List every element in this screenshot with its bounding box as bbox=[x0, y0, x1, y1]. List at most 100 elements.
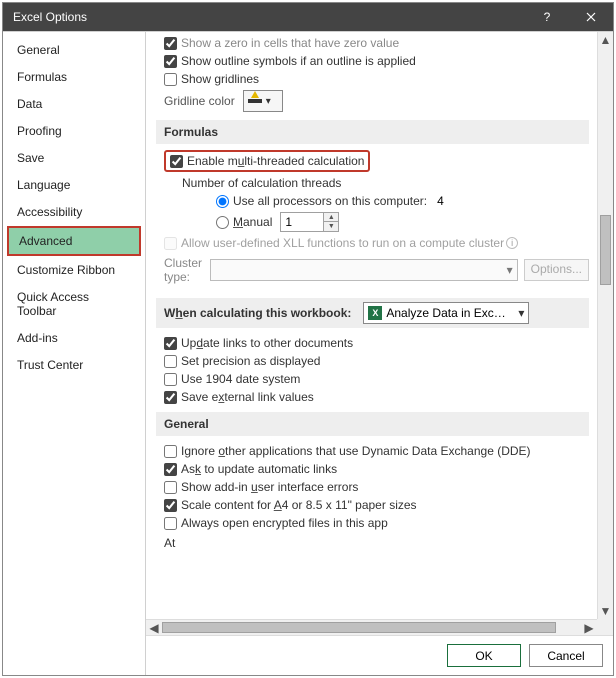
sidebar: General Formulas Data Proofing Save Lang… bbox=[3, 32, 146, 675]
use-1904-checkbox[interactable] bbox=[164, 373, 177, 386]
vscroll-thumb[interactable] bbox=[600, 215, 611, 285]
enable-mt-label: Enable multi-threaded calculation bbox=[187, 154, 364, 168]
update-links-row: Update links to other documents bbox=[156, 334, 589, 352]
ask-update-checkbox[interactable] bbox=[164, 463, 177, 476]
scale-a4-checkbox[interactable] bbox=[164, 499, 177, 512]
manual-label: Manual bbox=[233, 215, 272, 229]
sidebar-item-general[interactable]: General bbox=[7, 37, 141, 63]
cluster-options-button: Options... bbox=[524, 259, 589, 281]
scroll-down-icon[interactable]: ▼ bbox=[598, 603, 613, 619]
sidebar-item-advanced[interactable]: Advanced bbox=[7, 226, 141, 256]
excel-icon: X bbox=[368, 306, 382, 320]
sidebar-item-formulas[interactable]: Formulas bbox=[7, 64, 141, 90]
show-zero-label: Show a zero in cells that have zero valu… bbox=[181, 36, 399, 50]
when-calc-row: When calculating this workbook: X Analyz… bbox=[156, 298, 589, 328]
content-scroll: Show a zero in cells that have zero valu… bbox=[146, 32, 613, 635]
show-gridlines-row: Show gridlines bbox=[156, 70, 589, 88]
update-links-checkbox[interactable] bbox=[164, 337, 177, 350]
save-external-label: Save external link values bbox=[181, 390, 314, 404]
ignore-dde-label: Ignore other applications that use Dynam… bbox=[181, 444, 531, 458]
show-outline-row: Show outline symbols if an outline is ap… bbox=[156, 52, 589, 70]
scale-a4-row: Scale content for A4 or 8.5 x 11" paper … bbox=[156, 496, 589, 514]
close-button[interactable] bbox=[569, 3, 613, 31]
sidebar-item-proofing[interactable]: Proofing bbox=[7, 118, 141, 144]
ignore-dde-checkbox[interactable] bbox=[164, 445, 177, 458]
help-button[interactable]: ? bbox=[525, 3, 569, 31]
show-outline-label: Show outline symbols if an outline is ap… bbox=[181, 54, 416, 68]
scrollbar-corner bbox=[597, 619, 613, 635]
num-threads-label: Number of calculation threads bbox=[182, 174, 589, 192]
spinner-buttons: ▲ ▼ bbox=[323, 213, 338, 231]
save-external-checkbox[interactable] bbox=[164, 391, 177, 404]
enable-mt-row: Enable multi-threaded calculation bbox=[156, 148, 589, 174]
manual-radio[interactable] bbox=[216, 216, 229, 229]
ignore-dde-row: Ignore other applications that use Dynam… bbox=[156, 442, 589, 460]
cluster-dropdown[interactable]: ▾ bbox=[210, 259, 518, 281]
hscroll-thumb[interactable] bbox=[162, 622, 556, 633]
hscroll-track[interactable] bbox=[162, 620, 581, 635]
sidebar-item-save[interactable]: Save bbox=[7, 145, 141, 171]
cancel-button[interactable]: Cancel bbox=[529, 644, 603, 667]
section-formulas: Formulas bbox=[156, 120, 589, 144]
sidebar-item-customize-ribbon[interactable]: Customize Ribbon bbox=[7, 257, 141, 283]
set-precision-label: Set precision as displayed bbox=[181, 354, 320, 368]
chevron-down-icon: ▾ bbox=[507, 263, 513, 277]
ask-update-row: Ask to update automatic links bbox=[156, 460, 589, 478]
show-gridlines-checkbox[interactable] bbox=[164, 73, 177, 86]
info-icon[interactable]: i bbox=[506, 237, 518, 249]
content-area: Show a zero in cells that have zero valu… bbox=[146, 32, 613, 675]
sidebar-item-add-ins[interactable]: Add-ins bbox=[7, 325, 141, 351]
sidebar-item-trust-center[interactable]: Trust Center bbox=[7, 352, 141, 378]
highlight-enable-mt: Enable multi-threaded calculation bbox=[164, 150, 370, 172]
sidebar-item-accessibility[interactable]: Accessibility bbox=[7, 199, 141, 225]
manual-row: Manual ▲ ▼ bbox=[208, 210, 589, 234]
scroll-left-icon[interactable]: ◀ bbox=[146, 620, 162, 635]
show-zero-checkbox[interactable] bbox=[164, 37, 177, 50]
manual-threads-input[interactable] bbox=[281, 213, 323, 231]
spinner-up[interactable]: ▲ bbox=[324, 213, 338, 222]
titlebar: Excel Options ? bbox=[3, 3, 613, 31]
use-1904-label: Use 1904 date system bbox=[181, 372, 300, 386]
enable-mt-checkbox[interactable] bbox=[170, 155, 183, 168]
set-precision-row: Set precision as displayed bbox=[156, 352, 589, 370]
clipped-top-row: Show a zero in cells that have zero valu… bbox=[156, 36, 589, 50]
manual-threads-spinner[interactable]: ▲ ▼ bbox=[280, 212, 339, 232]
processor-count: 4 bbox=[437, 194, 444, 208]
use-all-row: Use all processors on this computer: 4 bbox=[208, 192, 589, 210]
use-all-label: Use all processors on this computer: bbox=[233, 194, 427, 208]
cluster-row: Cluster type: ▾ Options... bbox=[164, 252, 589, 288]
vertical-scrollbar[interactable]: ▲ ▼ bbox=[597, 32, 613, 619]
scroll-up-icon[interactable]: ▲ bbox=[598, 32, 613, 48]
gridline-color-label: Gridline color bbox=[164, 94, 235, 108]
gridline-color-dropdown[interactable]: ▾ bbox=[243, 90, 283, 112]
sidebar-item-quick-access-toolbar[interactable]: Quick Access Toolbar bbox=[7, 284, 141, 324]
at-startup-label: At bbox=[164, 532, 589, 550]
ok-button[interactable]: OK bbox=[447, 644, 521, 667]
when-calc-label: When calculating this workbook: bbox=[164, 306, 351, 320]
dialog-title: Excel Options bbox=[13, 10, 525, 24]
button-row: OK Cancel bbox=[146, 635, 613, 675]
horizontal-scrollbar[interactable]: ◀ ▶ bbox=[146, 619, 597, 635]
set-precision-checkbox[interactable] bbox=[164, 355, 177, 368]
show-addin-row: Show add-in user interface errors bbox=[156, 478, 589, 496]
scroll-right-icon[interactable]: ▶ bbox=[581, 620, 597, 635]
sidebar-item-data[interactable]: Data bbox=[7, 91, 141, 117]
spinner-down[interactable]: ▼ bbox=[324, 222, 338, 231]
chevron-down-icon: ▾ bbox=[518, 306, 524, 320]
always-open-checkbox[interactable] bbox=[164, 517, 177, 530]
show-gridlines-label: Show gridlines bbox=[181, 72, 259, 86]
show-addin-checkbox[interactable] bbox=[164, 481, 177, 494]
cluster-label: Cluster type: bbox=[164, 256, 210, 284]
section-general: General bbox=[156, 412, 589, 436]
sidebar-item-language[interactable]: Language bbox=[7, 172, 141, 198]
show-addin-label: Show add-in user interface errors bbox=[181, 480, 358, 494]
allow-xll-row: Allow user-defined XLL functions to run … bbox=[156, 234, 589, 252]
scale-a4-label: Scale content for A4 or 8.5 x 11" paper … bbox=[181, 498, 417, 512]
show-outline-checkbox[interactable] bbox=[164, 55, 177, 68]
use-all-radio[interactable] bbox=[216, 195, 229, 208]
ask-update-label: Ask to update automatic links bbox=[181, 462, 337, 476]
allow-xll-checkbox bbox=[164, 237, 177, 250]
workbook-dropdown[interactable]: X Analyze Data in Exc… ▾ bbox=[363, 302, 529, 324]
always-open-label: Always open encrypted files in this app bbox=[181, 516, 388, 530]
vscroll-track[interactable] bbox=[598, 48, 613, 603]
